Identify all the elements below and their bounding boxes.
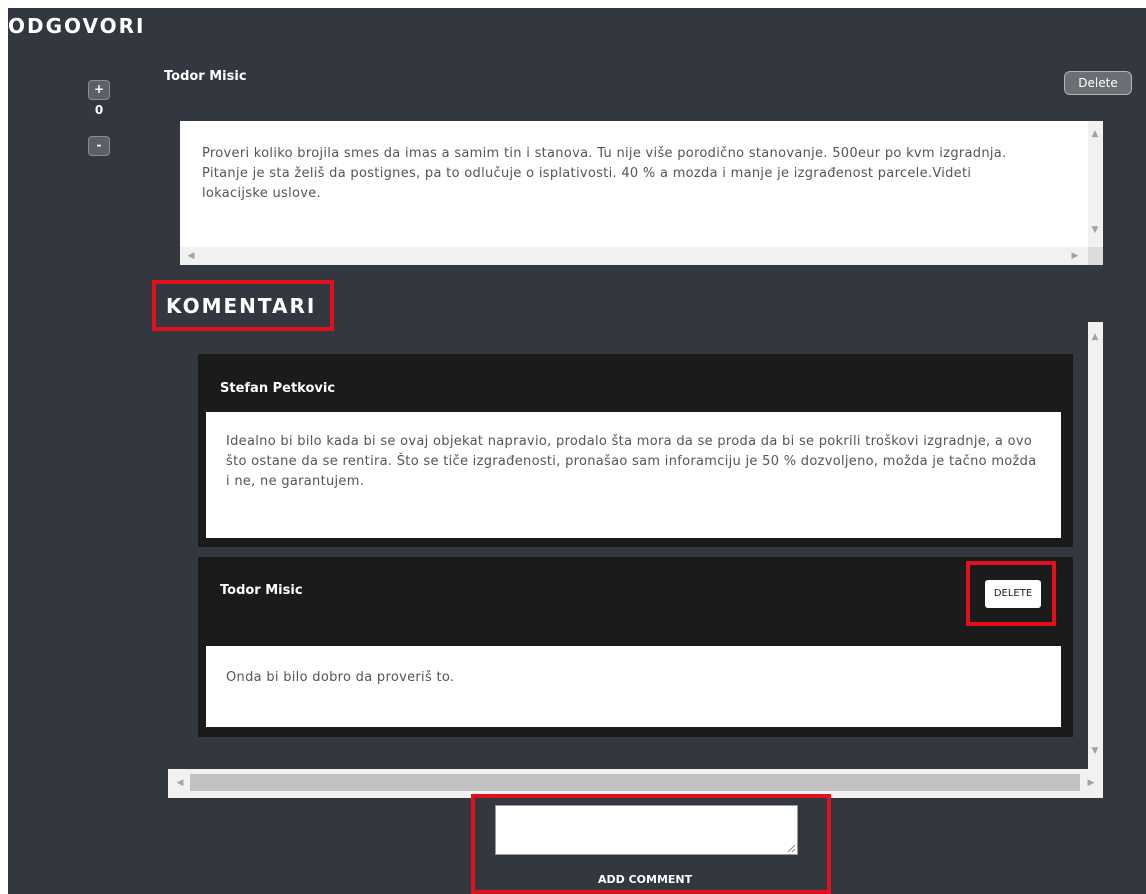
comment-input[interactable]	[495, 805, 798, 855]
page-title: ODGOVORI	[8, 14, 146, 38]
answer-delete-button[interactable]: Delete	[1064, 71, 1132, 95]
comments-title: KOMENTARI	[166, 294, 317, 318]
scroll-left-icon[interactable]: ◀	[173, 778, 187, 788]
scroll-right-icon[interactable]: ▶	[1068, 251, 1082, 261]
comment-text: Onda bi bilo dobro da proveriš to.	[206, 646, 1061, 727]
vote-up-button[interactable]: +	[88, 80, 110, 100]
comment-card: Todor Misic Onda bi bilo dobro da prover…	[198, 557, 1073, 737]
comment-text: Idealno bi bilo kada bi se ovaj objekat …	[206, 412, 1061, 538]
resize-icon[interactable]	[786, 843, 796, 853]
answer-author: Todor Misic	[164, 69, 247, 84]
comment-delete-button[interactable]: DELETE	[985, 580, 1041, 608]
answer-text: Proveri koliko brojila smes da imas a sa…	[180, 121, 1088, 247]
scroll-thumb[interactable]	[190, 774, 1080, 791]
comments-vertical-scrollbar[interactable]: ▲ ▼	[1088, 322, 1103, 769]
page: ODGOVORI + 0 - Todor Misic Delete Prover…	[8, 8, 1146, 894]
answer-horizontal-scrollbar[interactable]: ◀ ▶	[180, 247, 1088, 265]
scroll-up-icon[interactable]: ▲	[1088, 129, 1102, 139]
vote-score: 0	[94, 103, 104, 117]
answer-text-panel[interactable]: Proveri koliko brojila smes da imas a sa…	[180, 121, 1103, 265]
scroll-down-icon[interactable]: ▼	[1088, 225, 1102, 235]
scroll-left-icon[interactable]: ◀	[184, 251, 198, 261]
comment-card: Stefan Petkovic Idealno bi bilo kada bi …	[198, 354, 1073, 547]
scroll-right-icon[interactable]: ▶	[1084, 778, 1098, 788]
scroll-down-icon[interactable]: ▼	[1088, 746, 1102, 756]
scroll-up-icon[interactable]: ▲	[1088, 332, 1102, 342]
add-comment-button[interactable]: ADD COMMENT	[598, 873, 692, 886]
answer-vertical-scrollbar[interactable]: ▲ ▼	[1088, 121, 1103, 247]
comment-author: Stefan Petkovic	[220, 381, 336, 396]
vote-down-button[interactable]: -	[88, 136, 110, 156]
comment-author: Todor Misic	[220, 583, 303, 598]
scrollbar-corner	[1088, 247, 1103, 265]
